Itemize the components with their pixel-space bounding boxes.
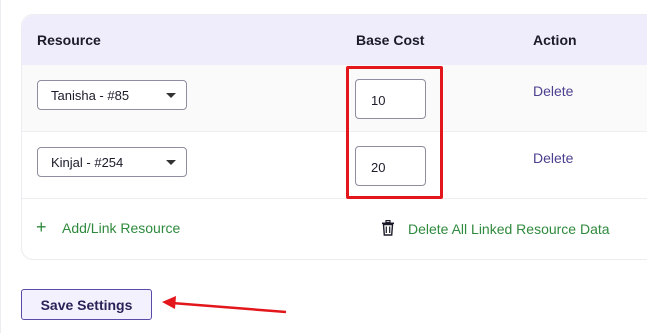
resource-select[interactable]: Kinjal - #254	[37, 147, 187, 177]
delete-all-linked-resource-button[interactable]: Delete All Linked Resource Data	[381, 220, 610, 237]
column-header-action: Action	[533, 32, 577, 48]
delete-all-linked-resource-label: Delete All Linked Resource Data	[408, 221, 610, 237]
table-row: Kinjal - #254 20 Delete	[22, 132, 647, 199]
add-link-resource-button[interactable]: + Add/Link Resource	[36, 217, 181, 237]
resource-select-value: Tanisha - #85	[51, 88, 130, 103]
delete-row-link[interactable]: Delete	[533, 150, 573, 166]
trash-icon	[382, 220, 394, 236]
plus-icon: +	[36, 217, 47, 237]
resource-table: Resource Base Cost Action Tanisha - #85 …	[21, 14, 647, 260]
page-edge	[0, 0, 1, 333]
resource-select-value: Kinjal - #254	[51, 155, 124, 170]
table-row: Tanisha - #85 10 Delete	[22, 65, 647, 132]
add-link-resource-label: Add/Link Resource	[62, 220, 181, 236]
base-cost-value: 10	[371, 93, 386, 108]
delete-row-link[interactable]: Delete	[533, 83, 573, 99]
pointer-arrow-icon	[162, 296, 287, 314]
base-cost-value: 20	[371, 160, 386, 175]
base-cost-input[interactable]: 10	[355, 79, 426, 119]
save-settings-button[interactable]: Save Settings	[21, 289, 152, 320]
chevron-down-icon	[166, 93, 176, 98]
column-header-resource: Resource	[37, 32, 101, 48]
table-header: Resource Base Cost Action	[22, 15, 647, 65]
column-header-base-cost: Base Cost	[356, 32, 425, 48]
resource-select[interactable]: Tanisha - #85	[37, 80, 187, 110]
chevron-down-icon	[166, 160, 176, 165]
base-cost-input[interactable]: 20	[355, 146, 426, 186]
table-footer: + Add/Link Resource Delete All Linked Res…	[22, 199, 647, 259]
